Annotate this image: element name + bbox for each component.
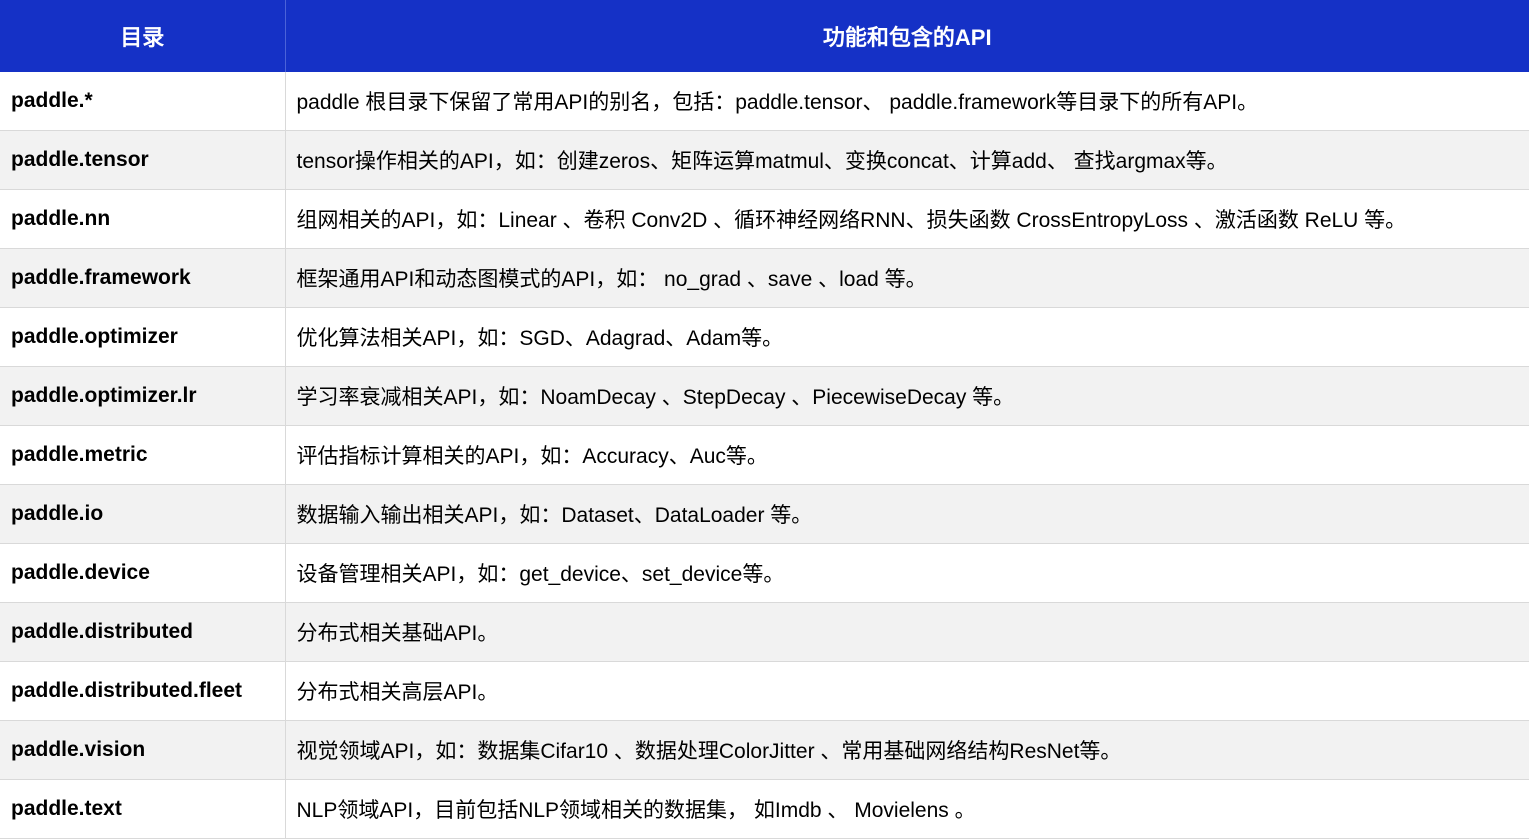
directory-cell: paddle.distributed.fleet bbox=[0, 661, 286, 721]
header-description: 功能和包含的API bbox=[285, 0, 1529, 72]
description-cell: 设备管理相关API，如：get_device、set_device等。 bbox=[285, 543, 1529, 603]
table-row: paddle.distributed 分布式相关基础API。 bbox=[0, 602, 1529, 662]
description-cell: 分布式相关高层API。 bbox=[285, 661, 1529, 721]
directory-cell: paddle.metric bbox=[0, 425, 286, 485]
table-row: paddle.optimizer.lr 学习率衰减相关API，如：NoamDec… bbox=[0, 366, 1529, 426]
directory-cell: paddle.device bbox=[0, 543, 286, 603]
directory-cell: paddle.framework bbox=[0, 248, 286, 308]
description-cell: 数据输入输出相关API，如：Dataset、DataLoader 等。 bbox=[285, 484, 1529, 544]
description-cell: tensor操作相关的API，如：创建zeros、矩阵运算matmul、变换co… bbox=[285, 130, 1529, 190]
api-table: 目录 功能和包含的API paddle.* paddle 根目录下保留了常用AP… bbox=[0, 0, 1529, 839]
table-row: paddle.nn 组网相关的API，如：Linear 、卷积 Conv2D 、… bbox=[0, 189, 1529, 249]
directory-cell: paddle.optimizer bbox=[0, 307, 286, 367]
table-row: paddle.framework 框架通用API和动态图模式的API，如： no… bbox=[0, 248, 1529, 308]
description-cell: NLP领域API，目前包括NLP领域相关的数据集， 如Imdb 、 Moviel… bbox=[285, 779, 1529, 839]
directory-cell: paddle.text bbox=[0, 779, 286, 839]
header-row: 目录 功能和包含的API bbox=[0, 0, 1529, 72]
table-row: paddle.distributed.fleet 分布式相关高层API。 bbox=[0, 661, 1529, 721]
directory-cell: paddle.vision bbox=[0, 720, 286, 780]
description-cell: 视觉领域API，如：数据集Cifar10 、数据处理ColorJitter 、常… bbox=[285, 720, 1529, 780]
directory-cell: paddle.nn bbox=[0, 189, 286, 249]
directory-cell: paddle.* bbox=[0, 72, 286, 131]
description-cell: 分布式相关基础API。 bbox=[285, 602, 1529, 662]
directory-cell: paddle.distributed bbox=[0, 602, 286, 662]
directory-cell: paddle.optimizer.lr bbox=[0, 366, 286, 426]
directory-cell: paddle.tensor bbox=[0, 130, 286, 190]
description-cell: 组网相关的API，如：Linear 、卷积 Conv2D 、循环神经网络RNN、… bbox=[285, 189, 1529, 249]
table-row: paddle.metric 评估指标计算相关的API，如：Accuracy、Au… bbox=[0, 425, 1529, 485]
directory-cell: paddle.io bbox=[0, 484, 286, 544]
table-header: 目录 功能和包含的API bbox=[0, 0, 1529, 72]
description-cell: 评估指标计算相关的API，如：Accuracy、Auc等。 bbox=[285, 425, 1529, 485]
table-row: paddle.text NLP领域API，目前包括NLP领域相关的数据集， 如I… bbox=[0, 779, 1529, 839]
table-row: paddle.device 设备管理相关API，如：get_device、set… bbox=[0, 543, 1529, 603]
table-body: paddle.* paddle 根目录下保留了常用API的别名，包括：paddl… bbox=[0, 72, 1529, 839]
table-row: paddle.io 数据输入输出相关API，如：Dataset、DataLoad… bbox=[0, 484, 1529, 544]
description-cell: 学习率衰减相关API，如：NoamDecay 、StepDecay 、Piece… bbox=[285, 366, 1529, 426]
header-directory: 目录 bbox=[0, 0, 286, 72]
table-row: paddle.* paddle 根目录下保留了常用API的别名，包括：paddl… bbox=[0, 72, 1529, 131]
table-row: paddle.tensor tensor操作相关的API，如：创建zeros、矩… bbox=[0, 130, 1529, 190]
description-cell: 优化算法相关API，如：SGD、Adagrad、Adam等。 bbox=[285, 307, 1529, 367]
table-row: paddle.optimizer 优化算法相关API，如：SGD、Adagrad… bbox=[0, 307, 1529, 367]
table-row: paddle.vision 视觉领域API，如：数据集Cifar10 、数据处理… bbox=[0, 720, 1529, 780]
description-cell: 框架通用API和动态图模式的API，如： no_grad 、save 、load… bbox=[285, 248, 1529, 308]
description-cell: paddle 根目录下保留了常用API的别名，包括：paddle.tensor、… bbox=[285, 72, 1529, 131]
